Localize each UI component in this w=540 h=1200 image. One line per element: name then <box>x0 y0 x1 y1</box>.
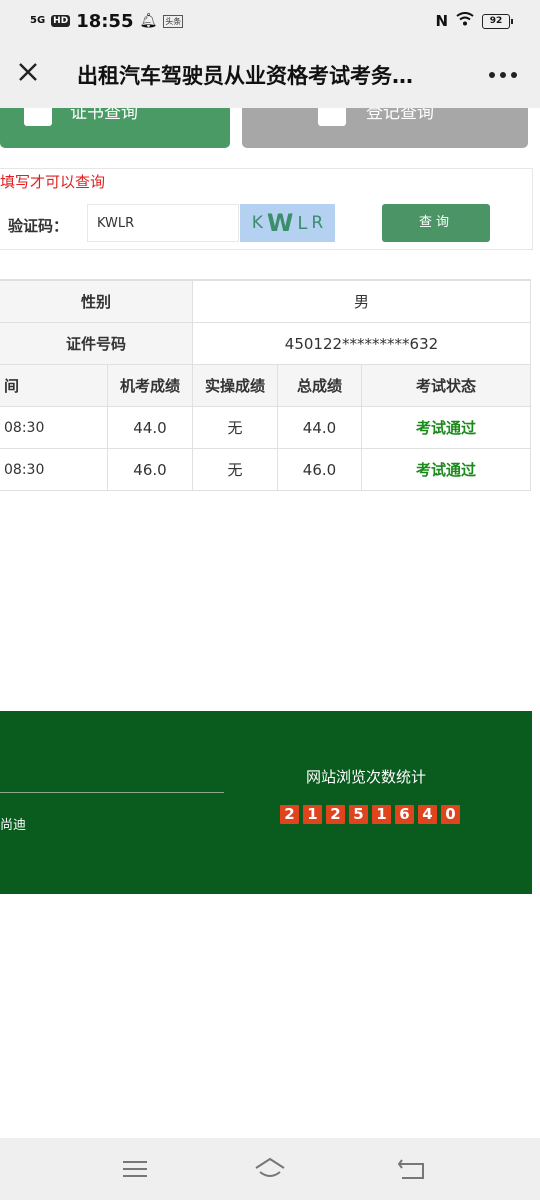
counter-digit: 4 <box>418 805 437 824</box>
table-row-practical: 无 <box>193 449 278 491</box>
result-table: 性别 男 证件号码 450122*********632 间 机考成绩 实操成绩… <box>0 279 531 491</box>
hd-badge: HD <box>51 15 71 27</box>
captcha-char: W <box>266 209 294 237</box>
close-icon[interactable] <box>14 60 42 88</box>
table-row-practical: 无 <box>193 407 278 449</box>
table-row-status: 考试通过 <box>362 407 530 449</box>
table-row-computer: 46.0 <box>108 449 193 491</box>
counter-digit: 1 <box>303 805 322 824</box>
battery-icon: 92 <box>482 13 513 29</box>
captcha-char: K <box>251 213 263 233</box>
col-header-total: 总成绩 <box>278 365 362 407</box>
counter-digit: 6 <box>395 805 414 824</box>
more-options-icon[interactable] <box>486 60 520 88</box>
form-notice: 填写才可以查询 <box>0 173 106 191</box>
counter-digit: 1 <box>372 805 391 824</box>
col-header-practical: 实操成绩 <box>193 365 278 407</box>
table-row-time: 08:30 <box>0 407 108 449</box>
info-label-gender: 性别 <box>0 281 193 323</box>
home-icon[interactable] <box>253 1154 287 1184</box>
verify-code-label: 验证码： <box>8 217 69 235</box>
table-row-status: 考试通过 <box>362 449 530 491</box>
visit-count-label: 网站浏览次数统计 <box>306 768 427 786</box>
cert-query-label: 证书查询 <box>70 108 138 123</box>
table-row-time: 08:30 <box>0 449 108 491</box>
signal-indicator: 5G <box>30 15 46 26</box>
info-value-gender: 男 <box>193 281 530 323</box>
app-badge: 头条 <box>163 14 184 28</box>
counter-digit: 5 <box>349 805 368 824</box>
visit-counter: 2 1 2 5 1 6 4 0 <box>280 805 460 824</box>
notification-bell-icon: 🔔︎ <box>139 13 158 29</box>
footer-left-text: 尚迪 <box>0 818 27 833</box>
info-value-id: 450122*********632 <box>193 323 530 365</box>
captcha-char: R <box>311 213 324 233</box>
status-time: 18:55 <box>76 10 134 32</box>
verify-code-input[interactable]: KWLR <box>87 204 239 242</box>
edit-document-icon <box>318 108 346 126</box>
footer-divider <box>0 792 224 793</box>
col-header-computer: 机考成绩 <box>108 365 193 407</box>
col-header-time: 间 <box>0 365 108 407</box>
back-icon[interactable] <box>394 1154 428 1184</box>
site-footer <box>0 711 532 894</box>
query-button[interactable]: 查询 <box>382 204 490 242</box>
nfc-icon: N <box>435 12 448 30</box>
menu-icon[interactable] <box>118 1154 152 1184</box>
counter-digit: 2 <box>326 805 345 824</box>
certificate-icon <box>24 108 52 126</box>
status-left: 5G HD 18:55 🔔︎ 头条 <box>30 10 184 32</box>
register-query-button[interactable]: 登记查询 <box>242 108 528 148</box>
info-label-id: 证件号码 <box>0 323 193 365</box>
captcha-char: L <box>297 212 308 234</box>
captcha-image[interactable]: K W L R <box>240 204 335 242</box>
table-row-total: 44.0 <box>278 407 362 449</box>
counter-digit: 2 <box>280 805 299 824</box>
col-header-status: 考试状态 <box>362 365 530 407</box>
wifi-icon <box>456 12 474 30</box>
table-row-total: 46.0 <box>278 449 362 491</box>
cert-query-button[interactable]: 证书查询 <box>0 108 230 148</box>
page-title: 出租汽车驾驶员从业资格考试考务… <box>77 64 413 88</box>
table-row-computer: 44.0 <box>108 407 193 449</box>
register-query-label: 登记查询 <box>366 108 434 123</box>
counter-digit: 0 <box>441 805 460 824</box>
status-right: N 92 <box>435 10 513 32</box>
